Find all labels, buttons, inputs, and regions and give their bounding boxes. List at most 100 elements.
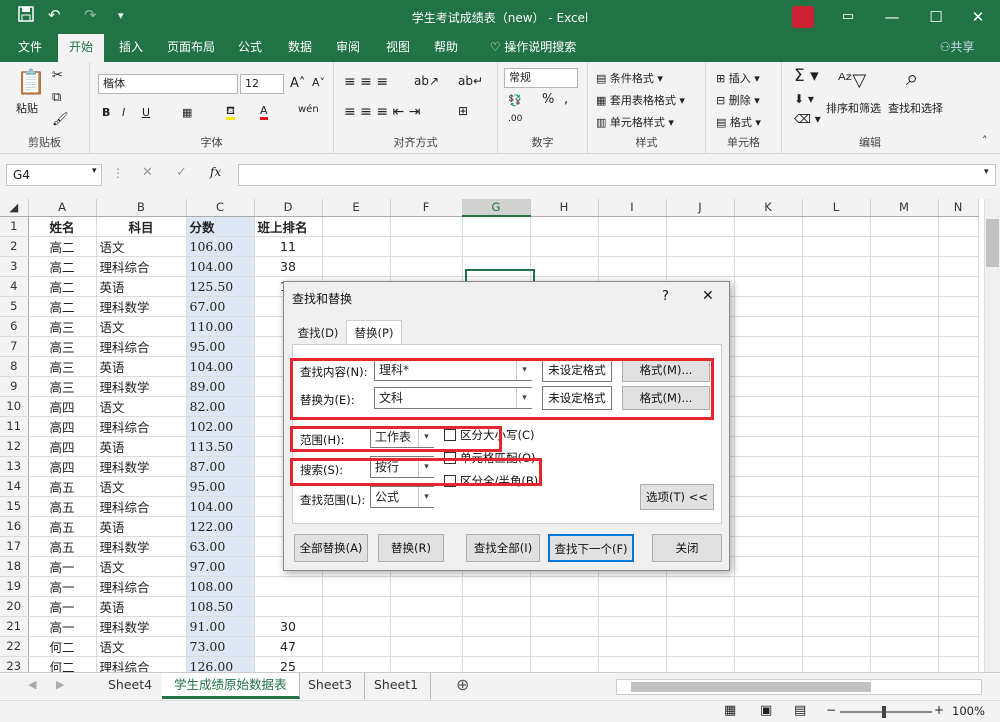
cell-c[interactable]: 125.50 xyxy=(186,276,255,297)
empty-cell[interactable] xyxy=(938,476,979,497)
empty-cell[interactable] xyxy=(734,336,803,357)
cell-a[interactable]: 高二 xyxy=(28,256,97,277)
empty-cell[interactable] xyxy=(802,496,871,517)
prev-sheet-icon[interactable]: ◀ xyxy=(28,678,36,691)
help-button[interactable]: ? xyxy=(662,289,669,304)
cell-c[interactable]: 108.00 xyxy=(186,576,255,597)
empty-cell[interactable] xyxy=(938,316,979,337)
cell-b[interactable]: 语文 xyxy=(96,476,187,497)
horizontal-scrollbar[interactable] xyxy=(616,679,982,695)
empty-cell[interactable] xyxy=(734,616,803,637)
empty-cell[interactable] xyxy=(938,576,979,597)
align-left-icon[interactable]: ≡ ≡ ≡ ⇤ ⇥ xyxy=(344,104,420,120)
column-header[interactable]: I xyxy=(598,199,667,217)
cell-c[interactable]: 97.00 xyxy=(186,556,255,577)
conditional-format-button[interactable]: ▤ 条件格式 ▾ xyxy=(596,70,663,86)
empty-cell[interactable] xyxy=(530,256,599,277)
empty-cell[interactable] xyxy=(870,576,939,597)
cell-b[interactable]: 语文 xyxy=(96,396,187,417)
empty-cell[interactable] xyxy=(870,656,939,672)
cell-a[interactable]: 高四 xyxy=(28,416,97,437)
share-button[interactable]: ⚇共享 xyxy=(932,34,982,62)
empty-cell[interactable] xyxy=(802,596,871,617)
row-header[interactable]: 9 xyxy=(0,376,29,397)
cell-a[interactable]: 高三 xyxy=(28,316,97,337)
cell-c[interactable]: 126.00 xyxy=(186,656,255,672)
cell-b[interactable]: 语文 xyxy=(96,556,187,577)
row-header[interactable]: 15 xyxy=(0,496,29,517)
cell-b[interactable]: 理科综合 xyxy=(96,496,187,517)
column-header[interactable]: C xyxy=(186,199,255,217)
row-header[interactable]: 5 xyxy=(0,296,29,317)
empty-cell[interactable] xyxy=(870,256,939,277)
cell-c[interactable]: 95.00 xyxy=(186,476,255,497)
cell-c[interactable]: 104.00 xyxy=(186,356,255,377)
zoom-slider-thumb[interactable] xyxy=(882,706,886,718)
cell-a[interactable]: 高二 xyxy=(28,276,97,297)
cell-c[interactable]: 104.00 xyxy=(186,256,255,277)
empty-cell[interactable] xyxy=(598,656,667,672)
empty-cell[interactable] xyxy=(870,396,939,417)
cell-b[interactable]: 理科数学 xyxy=(96,296,187,317)
cell-a[interactable]: 高一 xyxy=(28,596,97,617)
empty-cell[interactable] xyxy=(802,276,871,297)
empty-cell[interactable] xyxy=(322,236,391,257)
row-header[interactable]: 22 xyxy=(0,636,29,657)
delete-cells-button[interactable]: ⊟ 删除 ▾ xyxy=(716,92,760,108)
cell-a[interactable]: 高四 xyxy=(28,396,97,417)
empty-cell[interactable] xyxy=(938,336,979,357)
empty-cell[interactable] xyxy=(870,316,939,337)
empty-cell[interactable] xyxy=(802,236,871,257)
empty-cell[interactable] xyxy=(802,356,871,377)
cell-c[interactable]: 91.00 xyxy=(186,616,255,637)
collapse-ribbon-icon[interactable]: ˄ xyxy=(982,134,988,147)
empty-cell[interactable] xyxy=(462,576,531,597)
row-header[interactable]: 19 xyxy=(0,576,29,597)
empty-cell[interactable] xyxy=(322,256,391,277)
empty-cell[interactable] xyxy=(734,456,803,477)
empty-cell[interactable] xyxy=(870,496,939,517)
tab-home[interactable]: 开始 xyxy=(58,34,104,62)
empty-cell[interactable] xyxy=(802,376,871,397)
column-header[interactable]: F xyxy=(390,199,463,217)
tab-help[interactable]: 帮助 xyxy=(426,34,466,62)
empty-cell[interactable] xyxy=(938,516,979,537)
tab-file[interactable]: 文件 xyxy=(8,34,52,62)
find-select-icon[interactable]: ⌕ xyxy=(906,66,918,91)
cell-b[interactable]: 科目 xyxy=(96,216,187,237)
insert-cells-button[interactable]: ⊞ 插入 ▾ xyxy=(716,70,760,86)
cell-c[interactable]: 108.50 xyxy=(186,596,255,617)
tab-insert[interactable]: 插入 xyxy=(110,34,152,62)
zoom-slider[interactable] xyxy=(840,706,932,718)
cell-b[interactable]: 语文 xyxy=(96,236,187,257)
tab-page-layout[interactable]: 页面布局 xyxy=(160,34,222,62)
cell-a[interactable]: 高三 xyxy=(28,356,97,377)
font-color-icon[interactable]: A xyxy=(260,104,268,120)
cell-a[interactable]: 高一 xyxy=(28,576,97,597)
sheet-tab-sheet3[interactable]: Sheet3 xyxy=(296,673,366,699)
cell-a[interactable]: 姓名 xyxy=(28,216,97,237)
cell-a[interactable]: 高一 xyxy=(28,556,97,577)
cell-d[interactable]: 25 xyxy=(254,656,323,672)
empty-cell[interactable] xyxy=(802,636,871,657)
percent-button[interactable]: % xyxy=(542,92,554,107)
cell-b[interactable]: 语文 xyxy=(96,636,187,657)
clear-icon[interactable]: ⌫ ▾ xyxy=(794,112,821,126)
cell-d[interactable]: 班上排名 xyxy=(254,216,323,237)
empty-cell[interactable] xyxy=(390,576,463,597)
cell-c[interactable]: 122.00 xyxy=(186,516,255,537)
ribbon-display-icon[interactable]: ▭ xyxy=(826,3,870,31)
row-header[interactable]: 23 xyxy=(0,656,29,672)
find-next-button[interactable]: 查找下一个(F) xyxy=(548,534,634,562)
row-header[interactable]: 14 xyxy=(0,476,29,497)
cell-b[interactable]: 英语 xyxy=(96,276,187,297)
cell-c[interactable]: 82.00 xyxy=(186,396,255,417)
column-header[interactable]: B xyxy=(96,199,187,217)
empty-cell[interactable] xyxy=(734,636,803,657)
empty-cell[interactable] xyxy=(938,376,979,397)
cell-b[interactable]: 英语 xyxy=(96,356,187,377)
empty-cell[interactable] xyxy=(390,616,463,637)
empty-cell[interactable] xyxy=(870,536,939,557)
orientation-icon[interactable]: ab↗ xyxy=(414,74,439,88)
currency-icon[interactable]: 💱 xyxy=(508,94,522,107)
